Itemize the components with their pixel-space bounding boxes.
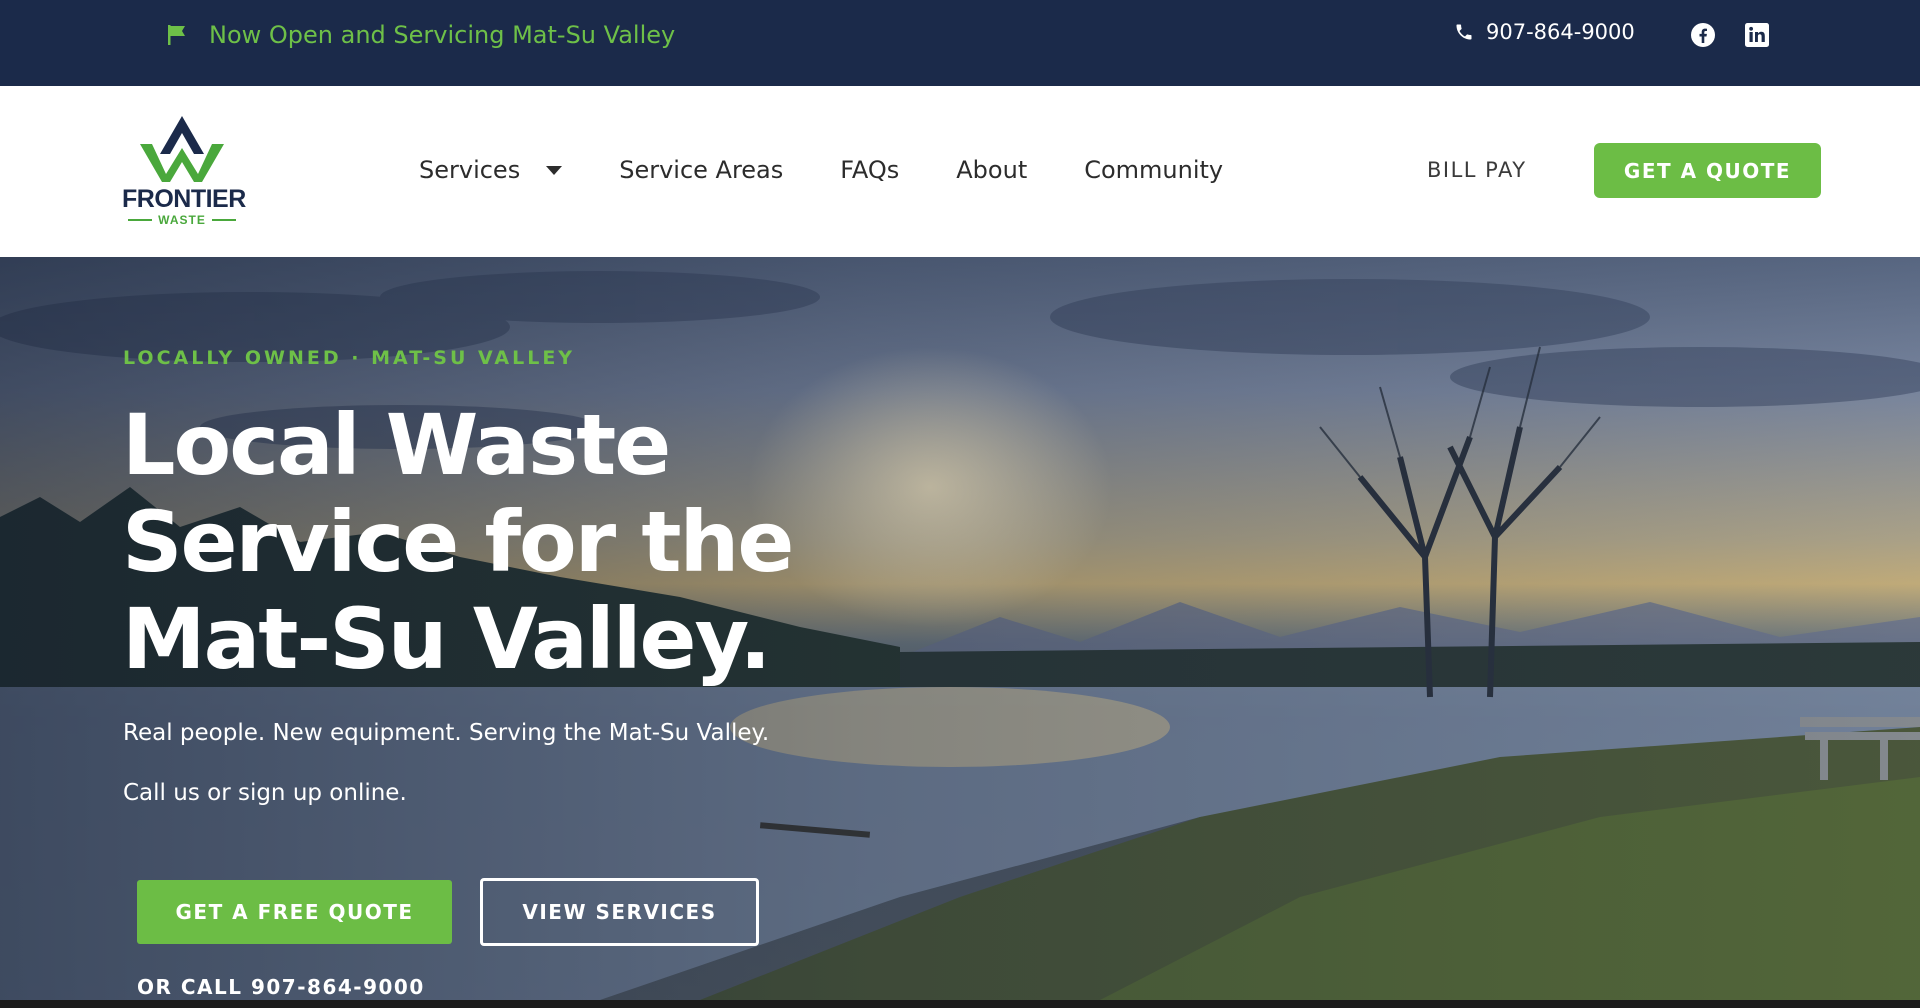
hero-subtext: Real people. New equipment. Serving the … [123, 720, 770, 746]
nav-menu: Services Service Areas FAQs About Commun… [419, 156, 1280, 184]
nav-item-label: Service Areas [619, 156, 784, 184]
flag-icon [168, 25, 185, 45]
announcement-text: Now Open and Servicing Mat-Su Valley [209, 21, 676, 49]
logo-text: FRONTIER [122, 185, 246, 213]
nav-item-faqs[interactable]: FAQs [840, 156, 899, 184]
main-nav: FRONTIER WASTE Services Service Areas FA… [0, 86, 1920, 257]
nav-item-label: About [956, 156, 1028, 184]
headline-line: Local Waste [122, 396, 671, 494]
logo-subtext: WASTE [122, 213, 242, 227]
logo-sub-label: WASTE [158, 213, 206, 227]
nav-item-services[interactable]: Services [419, 156, 563, 184]
get-free-quote-button[interactable]: GET A FREE QUOTE [137, 880, 452, 944]
bill-pay-link[interactable]: BILL PAY [1427, 158, 1527, 182]
nav-item-community[interactable]: Community [1084, 156, 1223, 184]
page-bottom-edge [0, 1000, 1920, 1008]
logo[interactable]: FRONTIER WASTE [122, 114, 246, 230]
announcement: Now Open and Servicing Mat-Su Valley [165, 20, 675, 50]
phone-link[interactable]: 907-864-9000 [1454, 20, 1635, 44]
nav-item-label: Services [419, 156, 521, 184]
logo-mark [140, 116, 224, 182]
headline-line: Mat-Su Valley. [122, 590, 771, 688]
phone-number: 907-864-9000 [1486, 20, 1635, 44]
view-services-button[interactable]: VIEW SERVICES [480, 878, 759, 946]
nav-item-service-areas[interactable]: Service Areas [619, 156, 783, 184]
get-a-quote-button[interactable]: GET A QUOTE [1594, 143, 1821, 198]
nav-item-label: Community [1084, 156, 1224, 184]
linkedin-icon[interactable] [1744, 22, 1770, 48]
chevron-down-icon [546, 165, 563, 175]
top-bar: Now Open and Servicing Mat-Su Valley 907… [0, 0, 1920, 86]
call-link[interactable]: OR CALL 907-864-9000 [137, 975, 425, 999]
hero-eyebrow: LOCALLY OWNED · MAT-SU VALLEY [123, 347, 576, 369]
hero-headline: Local Waste Service for the Mat-Su Valle… [122, 397, 882, 688]
facebook-icon[interactable] [1690, 22, 1716, 48]
nav-item-about[interactable]: About [956, 156, 1027, 184]
headline-line: Service for the [122, 493, 794, 591]
nav-item-label: FAQs [840, 156, 900, 184]
hero-section: LOCALLY OWNED · MAT-SU VALLEY Local Wast… [0, 257, 1920, 1000]
hero-subtext-secondary: Call us or sign up online. [123, 780, 407, 806]
phone-icon [1456, 24, 1472, 40]
